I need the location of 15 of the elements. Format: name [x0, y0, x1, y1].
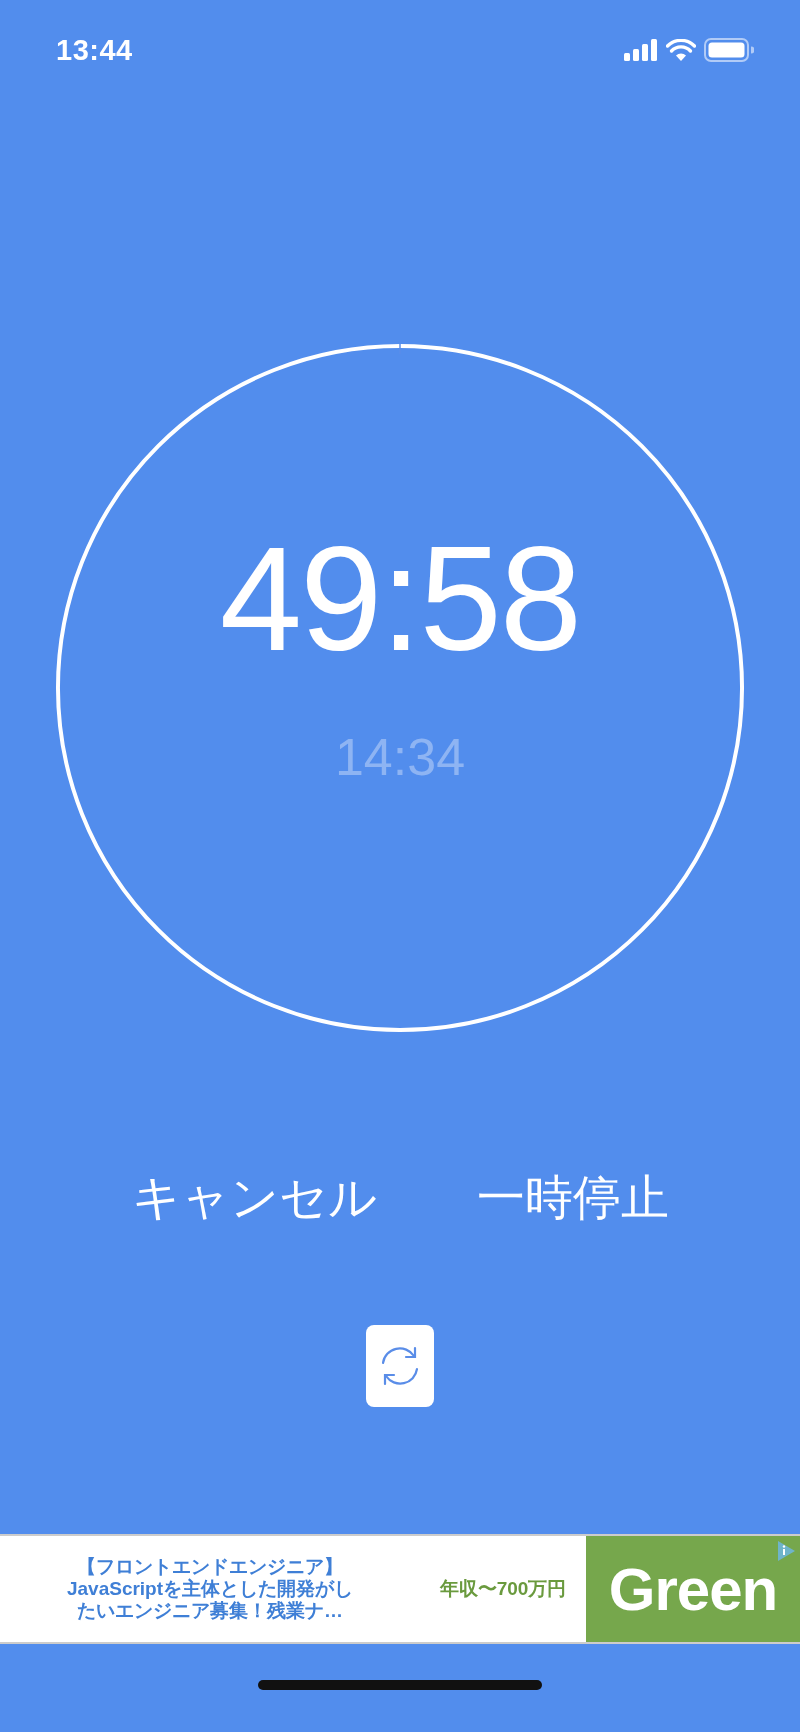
timer-button[interactable]: キャンセル: [131, 1166, 377, 1230]
signal-icon: [624, 39, 658, 61]
ad-headline: 【フロントエンドエンジニア】: [77, 1556, 343, 1578]
end-time: 14:34: [334, 731, 466, 783]
countdown-time: 49:58: [219, 525, 581, 673]
ad-text: JavaScriptを主体とした開発がしたいエンジニア募集！残業ナ…: [65, 1578, 355, 1622]
ad-logo: Green: [586, 1536, 800, 1642]
battery-icon: [704, 38, 754, 62]
ad-choices-icon[interactable]: [776, 1540, 796, 1562]
timer-button[interactable]: 一時停止: [476, 1166, 669, 1230]
ad-salary: 年収〜700万円: [438, 1577, 568, 1601]
status-time: 13:44: [56, 33, 133, 67]
ad-banner[interactable]: 【フロントエンドエンジニア】 JavaScriptを主体とした開発がしたいエンジニア募集！残業ナ… 年収〜700万円 Green: [0, 1534, 800, 1644]
wifi-icon: [666, 39, 696, 61]
refresh-button[interactable]: [366, 1325, 434, 1407]
